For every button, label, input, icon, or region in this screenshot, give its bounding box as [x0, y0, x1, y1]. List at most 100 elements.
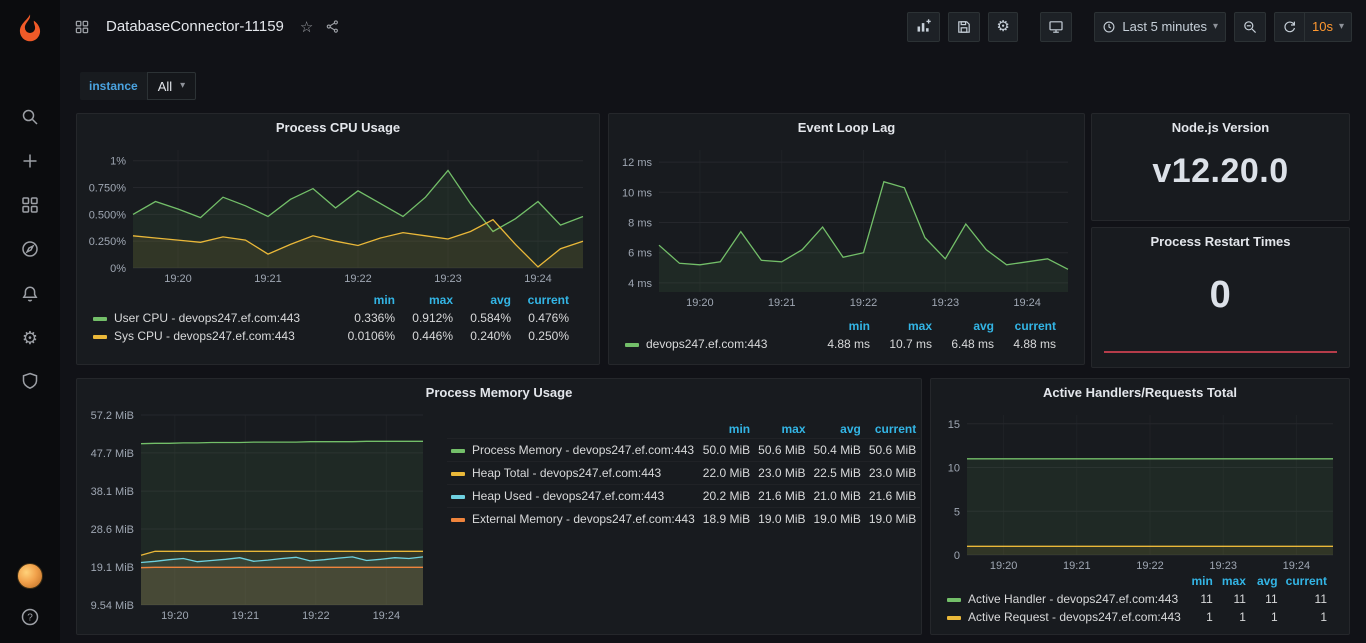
- legend-row: Process Memory - devops247.ef.com:44350.…: [447, 439, 920, 462]
- panel-process-cpu-usage: Process CPU Usage 19:2019:2119:2219:2319…: [76, 113, 600, 365]
- cpu-chart[interactable]: 19:2019:2119:2219:2319:241%0.750%0.500%0…: [81, 144, 593, 286]
- y-axis-label: 0.750%: [89, 183, 127, 195]
- clock-icon: [1102, 20, 1116, 34]
- sidebar-alerting[interactable]: [0, 281, 60, 307]
- legend-series-name[interactable]: Process Memory - devops247.ef.com:443: [447, 439, 699, 462]
- legend-header-max[interactable]: max: [399, 292, 457, 309]
- legend-series-name[interactable]: Active Request - devops247.ef.com:443: [943, 608, 1185, 626]
- sidebar-help[interactable]: ?: [0, 604, 60, 630]
- zoom-out-time-button[interactable]: [1234, 12, 1266, 42]
- chart-canvas[interactable]: 19:2019:2119:2219:2457.2 MiB47.7 MiB38.1…: [81, 409, 433, 623]
- add-panel-button[interactable]: [907, 12, 940, 42]
- y-axis-label: 10: [948, 463, 960, 475]
- legend-header-avg[interactable]: avg: [457, 292, 515, 309]
- nodejs-version-value: v12.20.0: [1092, 152, 1349, 191]
- add-panel-icon: [915, 18, 932, 35]
- sidebar-dashboards[interactable]: [0, 192, 60, 218]
- panel-title[interactable]: Process CPU Usage: [77, 114, 599, 142]
- variable-value-dropdown[interactable]: All ▾: [147, 72, 196, 100]
- legend-table: minmaxavgcurrentdevops247.ef.com:4434.88…: [621, 318, 1060, 353]
- sidebar-create[interactable]: [0, 148, 60, 174]
- legend-row: Heap Used - devops247.ef.com:44320.2 MiB…: [447, 485, 920, 508]
- y-axis-label: 10 ms: [622, 187, 652, 199]
- cycle-view-mode-button[interactable]: [1040, 12, 1072, 42]
- legend-name-column: [447, 421, 699, 439]
- search-icon: [20, 107, 40, 127]
- series-color-icon: [947, 616, 961, 620]
- panel-title[interactable]: Active Handlers/Requests Total: [931, 379, 1349, 407]
- x-axis-label: 19:24: [373, 610, 401, 622]
- legend-header-max[interactable]: max: [754, 421, 809, 439]
- legend-header-min[interactable]: min: [341, 292, 399, 309]
- chart-canvas[interactable]: 19:2019:2119:2219:2319:24151050: [935, 409, 1343, 573]
- series-fill: [967, 546, 1333, 555]
- plus-icon: [20, 151, 40, 171]
- refresh-interval-button[interactable]: 10s ▾: [1305, 12, 1352, 42]
- refresh-interval-label: 10s: [1312, 19, 1333, 34]
- chart-canvas[interactable]: 19:2019:2119:2219:2319:241%0.750%0.500%0…: [81, 144, 593, 286]
- legend-stat-avg: 19.0 MiB: [810, 508, 865, 531]
- dashboard-settings-button[interactable]: ⚙: [988, 12, 1018, 42]
- save-dashboard-button[interactable]: [948, 12, 980, 42]
- legend-header-avg[interactable]: avg: [936, 318, 998, 335]
- event-loop-chart[interactable]: 19:2019:2119:2219:2319:2412 ms10 ms8 ms6…: [613, 144, 1078, 310]
- legend-header-current[interactable]: current: [998, 318, 1060, 335]
- legend-header-min[interactable]: min: [699, 421, 754, 439]
- memory-legend: minmaxavgcurrentProcess Memory - devops2…: [447, 421, 893, 530]
- legend-header-max[interactable]: max: [874, 318, 936, 335]
- y-axis-label: 4 ms: [628, 278, 652, 290]
- star-icon: ☆: [300, 18, 313, 36]
- legend-row: Active Request - devops247.ef.com:443111…: [943, 608, 1331, 626]
- save-icon: [956, 19, 972, 35]
- panel-title[interactable]: Event Loop Lag: [609, 114, 1084, 142]
- legend-series-name[interactable]: devops247.ef.com:443: [621, 335, 812, 353]
- legend-series-name[interactable]: Heap Used - devops247.ef.com:443: [447, 485, 699, 508]
- panel-title[interactable]: Node.js Version: [1092, 114, 1349, 142]
- time-range-picker[interactable]: Last 5 minutes ▾: [1094, 12, 1226, 42]
- memory-chart[interactable]: 19:2019:2119:2219:2457.2 MiB47.7 MiB38.1…: [81, 409, 433, 623]
- series-color-icon: [93, 335, 107, 339]
- legend-series-name[interactable]: External Memory - devops247.ef.com:443: [447, 508, 699, 531]
- time-range-label: Last 5 minutes: [1122, 19, 1207, 34]
- handlers-chart[interactable]: 19:2019:2119:2219:2319:24151050: [935, 409, 1343, 573]
- legend-table: minmaxavgcurrentProcess Memory - devops2…: [447, 421, 920, 530]
- legend-header-avg[interactable]: avg: [1250, 573, 1282, 590]
- star-dashboard-button[interactable]: ☆: [298, 16, 315, 38]
- sidebar-explore[interactable]: [0, 236, 60, 262]
- legend-stat-min: 20.2 MiB: [699, 485, 754, 508]
- legend-series-name[interactable]: Heap Total - devops247.ef.com:443: [447, 462, 699, 485]
- grafana-logo[interactable]: [0, 8, 60, 48]
- sidebar-search[interactable]: [0, 104, 60, 130]
- legend-header-avg[interactable]: avg: [810, 421, 865, 439]
- sidebar-server-admin[interactable]: [0, 368, 60, 394]
- x-axis-label: 19:24: [524, 273, 552, 285]
- legend-series-name[interactable]: User CPU - devops247.ef.com:443: [89, 309, 341, 327]
- legend-header-current[interactable]: current: [865, 421, 920, 439]
- chart-canvas[interactable]: 19:2019:2119:2219:2319:2412 ms10 ms8 ms6…: [613, 144, 1078, 310]
- legend-header-current[interactable]: current: [515, 292, 573, 309]
- user-avatar[interactable]: [0, 562, 60, 590]
- series-color-icon: [947, 598, 961, 602]
- restart-times-value: 0: [1092, 274, 1349, 317]
- legend-stat-min: 0.336%: [341, 309, 399, 327]
- sidebar-configuration[interactable]: ⚙: [0, 325, 60, 351]
- x-axis-label: 19:21: [232, 610, 260, 622]
- legend-series-name[interactable]: Sys CPU - devops247.ef.com:443: [89, 327, 341, 345]
- legend-header-min[interactable]: min: [1185, 573, 1217, 590]
- sidebar: ⚙ ?: [0, 0, 60, 643]
- chevron-down-icon: ▾: [1339, 22, 1344, 32]
- refresh-button[interactable]: [1274, 12, 1305, 42]
- x-axis-label: 19:22: [302, 610, 330, 622]
- legend-stat-avg: 22.5 MiB: [810, 462, 865, 485]
- share-dashboard-button[interactable]: [323, 17, 342, 36]
- legend-header-current[interactable]: current: [1282, 573, 1331, 590]
- y-axis-label: 57.2 MiB: [91, 410, 134, 422]
- grafana-flame-icon: [14, 12, 46, 44]
- legend-series-name[interactable]: Active Handler - devops247.ef.com:443: [943, 590, 1185, 608]
- legend-header-min[interactable]: min: [812, 318, 874, 335]
- panel-title[interactable]: Process Restart Times: [1092, 228, 1349, 256]
- legend-header-max[interactable]: max: [1217, 573, 1250, 590]
- legend-name-column: [621, 318, 812, 335]
- panel-title[interactable]: Process Memory Usage: [77, 379, 921, 407]
- y-axis-label: 38.1 MiB: [91, 486, 134, 498]
